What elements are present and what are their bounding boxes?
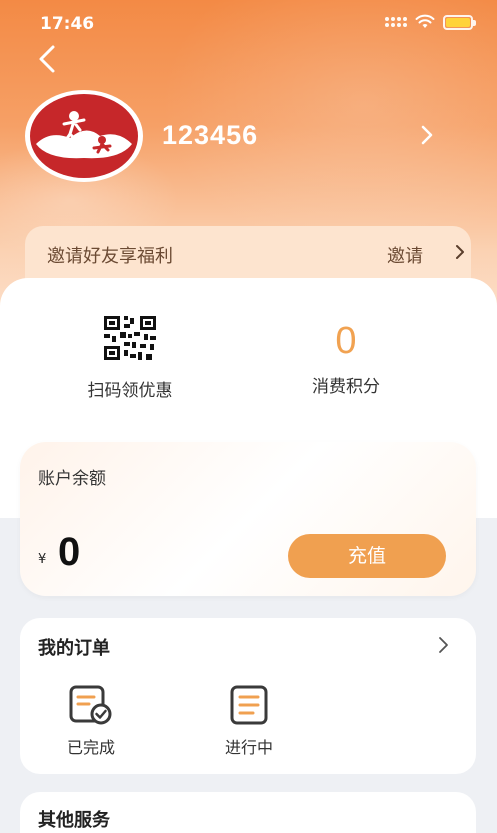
chevron-left-icon <box>39 45 55 73</box>
order-in-progress-icon <box>230 685 268 725</box>
ski-logo-icon <box>30 94 138 178</box>
order-in-progress-button[interactable]: 进行中 <box>204 684 294 758</box>
status-bar: 17:46 <box>0 0 497 50</box>
services-card: 其他服务 <box>20 792 476 833</box>
balance-value: 0 <box>58 530 81 574</box>
username[interactable]: 123456 <box>162 120 258 151</box>
points-button[interactable]: 0 消费积分 <box>256 318 436 397</box>
order-completed-button[interactable]: 已完成 <box>46 684 136 758</box>
status-time: 17:46 <box>40 14 95 34</box>
points-value: 0 <box>335 320 357 362</box>
chevron-right-icon[interactable] <box>434 636 452 654</box>
points-label: 消费积分 <box>312 377 380 397</box>
recharge-button[interactable]: 充值 <box>288 534 446 578</box>
invite-banner[interactable]: 邀请好友享福利 邀请 <box>25 226 471 286</box>
balance-card: 账户余额 ¥ 0 充值 <box>20 442 476 596</box>
wifi-icon <box>415 14 435 28</box>
orders-title[interactable]: 我的订单 <box>38 634 110 660</box>
profile-page: 17:46 123456 邀请好友享福利 邀请 扫码领优惠 0 消费积分 账户余… <box>0 0 497 833</box>
order-in-progress-label: 进行中 <box>224 738 273 757</box>
order-completed-icon <box>69 685 112 725</box>
services-title: 其他服务 <box>38 810 110 831</box>
currency-symbol: ¥ <box>38 552 47 567</box>
avatar[interactable] <box>25 90 143 182</box>
scan-coupon-label: 扫码领优惠 <box>87 381 173 401</box>
status-icons <box>385 14 476 30</box>
chevron-right-icon[interactable] <box>416 124 438 146</box>
battery-icon <box>443 14 476 30</box>
invite-text: 邀请好友享福利 <box>47 246 173 267</box>
invite-button[interactable]: 邀请 <box>387 242 423 268</box>
balance-title: 账户余额 <box>38 469 106 489</box>
chevron-right-icon[interactable] <box>451 243 469 261</box>
qr-code-icon <box>104 316 156 360</box>
back-button[interactable] <box>30 42 64 76</box>
scan-coupon-button[interactable]: 扫码领优惠 <box>40 314 220 401</box>
order-completed-label: 已完成 <box>66 738 115 757</box>
orders-card: 我的订单 已完成 进行中 <box>20 618 476 774</box>
signal-icon <box>385 17 407 27</box>
